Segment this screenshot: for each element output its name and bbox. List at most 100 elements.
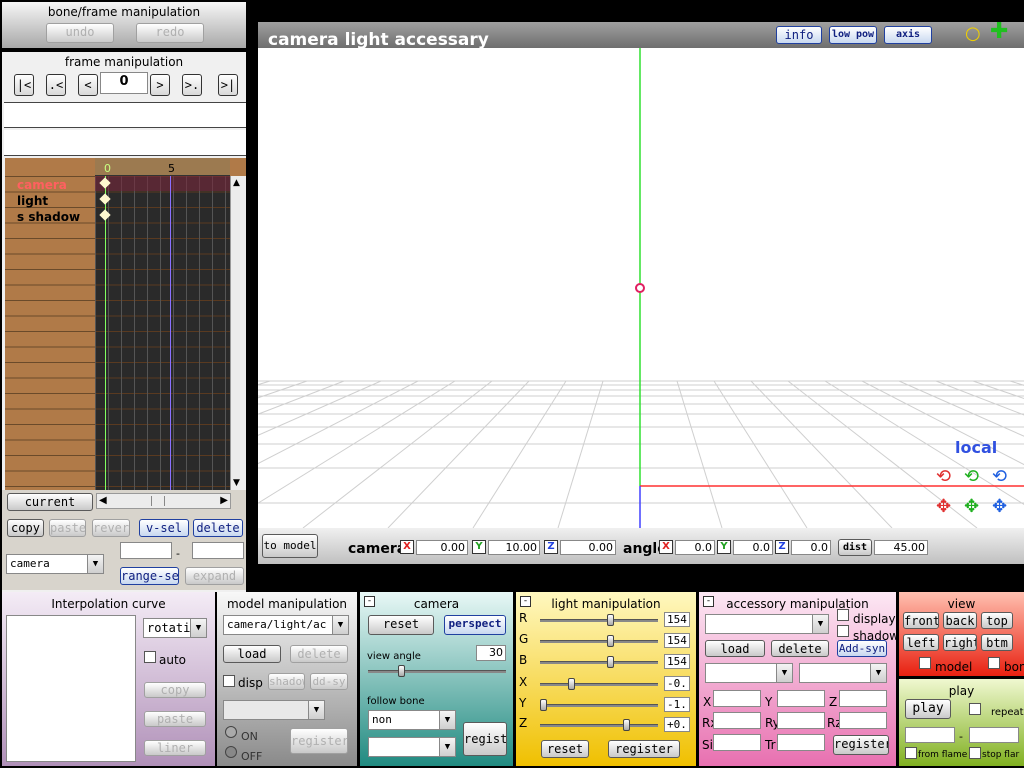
dist-button[interactable]: dist bbox=[838, 539, 872, 556]
view-left-button[interactable]: left bbox=[903, 634, 939, 651]
light-z-value[interactable]: +0. bbox=[664, 717, 690, 732]
camera-x-input[interactable]: 0.00 bbox=[416, 540, 468, 555]
light-x-knob[interactable] bbox=[568, 678, 575, 690]
undo-button[interactable]: undo bbox=[46, 23, 114, 43]
scroll-up-icon[interactable]: ▲ bbox=[233, 178, 240, 188]
light-g-value[interactable]: 154 bbox=[664, 633, 690, 648]
last-frame-button[interactable]: >| bbox=[218, 74, 238, 96]
accessory-select[interactable]: ▼ bbox=[705, 614, 829, 634]
view-bone-checkbox[interactable] bbox=[988, 657, 1000, 669]
hscroll-left-icon[interactable]: ◀ bbox=[99, 495, 107, 506]
delete-keyframe-button[interactable]: delete bbox=[193, 519, 243, 537]
angle-y-button[interactable]: Y bbox=[717, 540, 731, 554]
repeat-checkbox[interactable] bbox=[969, 703, 981, 715]
disp-checkbox[interactable] bbox=[223, 675, 235, 687]
light-g-knob[interactable] bbox=[607, 635, 614, 647]
light-register-button[interactable]: register bbox=[608, 740, 680, 758]
light-b-slider[interactable] bbox=[540, 656, 658, 668]
view-angle-slider[interactable] bbox=[368, 665, 506, 677]
current-button[interactable]: current bbox=[7, 493, 93, 511]
accessory-display-checkbox[interactable] bbox=[837, 609, 849, 621]
model-register-button[interactable]: register bbox=[290, 728, 348, 754]
light-b-knob[interactable] bbox=[607, 656, 614, 668]
light-r-slider[interactable] bbox=[540, 614, 658, 626]
prev-frame-button[interactable]: < bbox=[78, 74, 98, 96]
timeline-vscroll[interactable]: ▲ ▼ bbox=[230, 176, 246, 490]
camera-x-button[interactable]: X bbox=[400, 540, 414, 554]
timeline-row-shadow[interactable]: s shadow bbox=[17, 210, 80, 224]
interp-liner-button[interactable]: liner bbox=[144, 740, 206, 756]
camera-reset-button[interactable]: reset bbox=[368, 615, 434, 635]
acc-rz-input[interactable] bbox=[839, 712, 887, 729]
accessory-register-button[interactable]: register bbox=[833, 735, 889, 755]
view-right-button[interactable]: right bbox=[943, 634, 977, 651]
view-top-button[interactable]: top bbox=[981, 612, 1013, 629]
light-r-value[interactable]: 154 bbox=[664, 612, 690, 627]
move-z-icon[interactable]: ✥ bbox=[992, 498, 1007, 516]
next-frame-button[interactable]: > bbox=[150, 74, 170, 96]
timeline-row-camera[interactable]: camera bbox=[17, 178, 67, 192]
view-bottom-button[interactable]: btm bbox=[981, 634, 1013, 651]
follow-bone-select[interactable]: ▼ bbox=[368, 737, 456, 757]
model-shadow-button[interactable]: shadow bbox=[268, 673, 305, 690]
rotate-y-icon[interactable]: ⟲ bbox=[964, 468, 979, 486]
light-r-knob[interactable] bbox=[607, 614, 614, 626]
view-angle-input[interactable]: 30 bbox=[476, 645, 506, 661]
view-model-checkbox[interactable] bbox=[919, 657, 931, 669]
move-icon[interactable]: ✚ bbox=[990, 21, 1008, 43]
light-x-value[interactable]: -0. bbox=[664, 676, 690, 691]
v-sel-button[interactable]: v-sel bbox=[139, 519, 189, 537]
model-delete-button[interactable]: delete bbox=[290, 645, 348, 663]
range-end-input[interactable] bbox=[192, 542, 244, 559]
paste-button[interactable]: paste bbox=[49, 519, 86, 537]
rotate-x-icon[interactable]: ⟲ bbox=[936, 468, 951, 486]
camera-z-input[interactable]: 0.00 bbox=[560, 540, 616, 555]
bone-select[interactable]: ▼ bbox=[223, 700, 325, 720]
prev-key-button[interactable]: .< bbox=[46, 74, 66, 96]
play-button[interactable]: play bbox=[905, 699, 951, 719]
3d-viewport[interactable]: local ⟲ ⟲ ⟲ ✥ ✥ ✥ bbox=[258, 48, 1024, 528]
auto-checkbox[interactable] bbox=[144, 651, 156, 663]
light-x-slider[interactable] bbox=[540, 678, 658, 690]
interpolation-curve-canvas[interactable] bbox=[6, 615, 136, 762]
play-to-input[interactable] bbox=[969, 727, 1019, 743]
range-select-button[interactable]: range-se. bbox=[120, 567, 179, 585]
copy-button[interactable]: copy bbox=[7, 519, 44, 537]
model-select[interactable]: camera/light/ac ▼ bbox=[223, 615, 349, 635]
on-radio[interactable] bbox=[225, 726, 237, 738]
move-x-icon[interactable]: ✥ bbox=[936, 498, 951, 516]
reverse-button[interactable]: revers bbox=[92, 519, 130, 537]
hscroll-right-icon[interactable]: ▶ bbox=[220, 495, 228, 506]
target-select[interactable]: camera ▼ bbox=[6, 554, 104, 574]
timeline-hscroll[interactable]: ◀ ▶ bbox=[96, 493, 231, 509]
dist-input[interactable]: 45.00 bbox=[874, 540, 928, 555]
light-reset-button[interactable]: reset bbox=[541, 740, 589, 758]
light-z-slider[interactable] bbox=[540, 719, 658, 731]
range-start-input[interactable] bbox=[120, 542, 172, 559]
interp-copy-button[interactable]: copy bbox=[144, 682, 206, 698]
to-model-button[interactable]: to model bbox=[262, 534, 318, 558]
acc-ry-input[interactable] bbox=[777, 712, 825, 729]
light-g-slider[interactable] bbox=[540, 635, 658, 647]
angle-z-button[interactable]: Z bbox=[775, 540, 789, 554]
light-y-value[interactable]: -1. bbox=[664, 697, 690, 712]
stop-flame-checkbox[interactable] bbox=[969, 747, 981, 759]
interp-paste-button[interactable]: paste bbox=[144, 711, 206, 727]
play-from-input[interactable] bbox=[905, 727, 955, 743]
interp-mode-select[interactable]: rotati ▼ bbox=[143, 618, 207, 638]
timeline-row-light[interactable]: light bbox=[17, 194, 48, 208]
view-back-button[interactable]: back bbox=[943, 612, 977, 629]
light-y-slider[interactable] bbox=[540, 699, 658, 711]
light-b-value[interactable]: 154 bbox=[664, 654, 690, 669]
frame-number-input[interactable]: 0 bbox=[100, 72, 148, 94]
from-flame-checkbox[interactable] bbox=[905, 747, 917, 759]
follow-model-select[interactable]: non ▼ bbox=[368, 710, 456, 730]
info-button[interactable]: info bbox=[776, 26, 822, 44]
acc-tr-input[interactable] bbox=[777, 734, 825, 751]
accessory-shadow-checkbox[interactable] bbox=[837, 625, 849, 637]
low-power-button[interactable]: low pow bbox=[829, 26, 877, 44]
angle-y-input[interactable]: 0.0 bbox=[733, 540, 773, 555]
view-front-button[interactable]: front bbox=[903, 612, 939, 629]
hscroll-thumb[interactable] bbox=[151, 496, 165, 506]
timeline[interactable]: 0 5 camera light s shadow ▲ ▼ bbox=[5, 158, 246, 490]
